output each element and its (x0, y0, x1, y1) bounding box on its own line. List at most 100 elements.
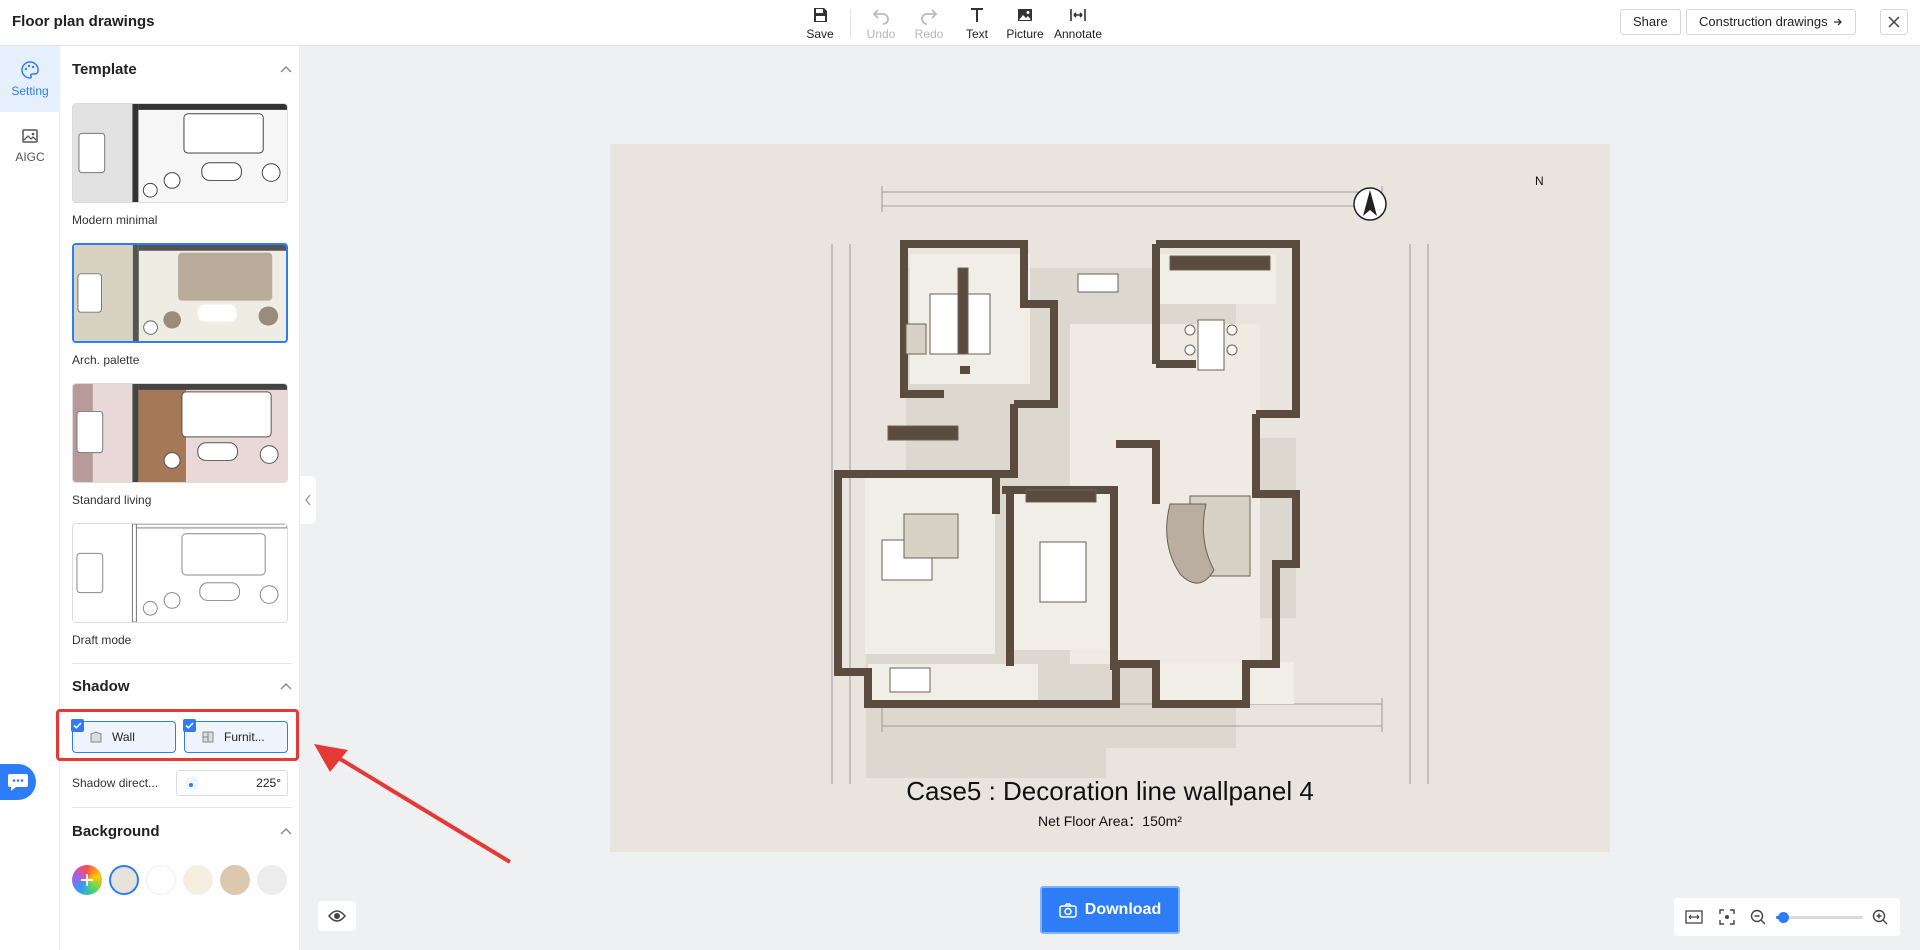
chat-button[interactable] (0, 764, 36, 800)
zoom-in-icon (1873, 909, 1888, 925)
template-label: Standard living (72, 493, 152, 507)
save-icon (814, 8, 827, 22)
case-title: Case5 : Decoration line wallpanel 4 (906, 776, 1314, 806)
undo-button[interactable]: Undo (857, 2, 905, 44)
text-icon (971, 8, 983, 22)
collapse-panel-button[interactable] (300, 476, 316, 524)
picture-label: Picture (1006, 27, 1044, 41)
template-arch-palette[interactable]: Arch. palette (72, 243, 288, 367)
rail-item-setting[interactable]: Setting (0, 46, 60, 112)
furniture-icon (202, 731, 214, 743)
preview-toggle-button[interactable] (318, 901, 356, 931)
picture-button[interactable]: Picture (1001, 2, 1049, 44)
background-swatch-selected[interactable] (109, 865, 139, 895)
eye-icon (328, 910, 346, 922)
construction-drawings-button[interactable]: Construction drawings (1686, 9, 1856, 35)
save-label: Save (806, 27, 834, 41)
app-title: Floor plan drawings (12, 13, 155, 30)
settings-panel: Template Modern minimal Arch. palette St… (60, 46, 300, 950)
zoom-slider-handle[interactable] (1778, 911, 1790, 923)
zoom-in-button[interactable] (1871, 906, 1890, 928)
background-swatch[interactable] (257, 865, 287, 895)
redo-icon (921, 9, 938, 25)
template-thumbnail (72, 383, 288, 483)
case-area: Net Floor Area：150m² (1038, 813, 1182, 829)
template-modern-minimal[interactable]: Modern minimal (72, 103, 288, 227)
wall-label: Wall (112, 730, 135, 744)
furniture-label: Furnit... (224, 730, 265, 744)
undo-label: Undo (866, 27, 896, 41)
arrow-right-icon (1833, 18, 1842, 26)
edit-toolbar: Save Undo Redo Text Picture Annotate (796, 2, 1107, 44)
close-button[interactable] (1880, 9, 1908, 35)
wall-icon (90, 731, 102, 743)
compass-north-label: N (1535, 174, 1544, 188)
close-icon (1888, 16, 1900, 28)
template-label: Modern minimal (72, 213, 158, 227)
redo-button[interactable]: Redo (905, 2, 953, 44)
share-button[interactable]: Share (1620, 9, 1681, 35)
background-title: Background (72, 822, 160, 840)
chevron-up-icon (280, 66, 292, 73)
annotate-icon (1070, 9, 1086, 21)
annotation-arrow (314, 744, 512, 864)
wall-shadow-toggle[interactable]: Wall (71, 719, 176, 753)
background-swatch[interactable] (220, 865, 250, 895)
section-divider (72, 807, 292, 808)
direction-dial-icon (185, 776, 199, 790)
template-thumbnail (72, 103, 288, 203)
fit-screen-button[interactable] (1717, 906, 1736, 928)
floor-plan-canvas[interactable] (610, 144, 1610, 852)
template-draft-mode[interactable]: Draft mode (72, 523, 288, 647)
template-section-header[interactable]: Template (72, 56, 292, 82)
fit-width-icon (1685, 910, 1703, 924)
chevron-up-icon (280, 683, 292, 690)
zoom-out-button[interactable] (1749, 906, 1768, 928)
construction-drawings-label: Construction drawings (1699, 14, 1828, 29)
furniture-shadow-toggle[interactable]: Furnit... (183, 719, 288, 753)
template-thumbnail (72, 243, 288, 343)
fit-screen-icon (1719, 909, 1735, 925)
rail-label-setting: Setting (11, 84, 49, 98)
template-thumbnail (72, 523, 288, 623)
checkbox-checked-icon (71, 719, 84, 732)
zoom-slider[interactable] (1776, 911, 1863, 923)
shadow-direction-label: Shadow direct... (72, 776, 159, 790)
shadow-direction-input[interactable]: 225° (176, 770, 288, 796)
template-label: Arch. palette (72, 353, 140, 367)
background-swatch[interactable] (146, 865, 176, 895)
rail-item-aigc[interactable]: AIGC (0, 112, 60, 178)
checkbox-checked-icon (183, 719, 196, 732)
text-button[interactable]: Text (953, 2, 1001, 44)
toolbar-divider (850, 9, 851, 37)
shadow-direction-value: 225° (256, 776, 281, 790)
picture-icon (1018, 9, 1032, 21)
camera-icon (1059, 903, 1077, 918)
custom-color-swatch[interactable] (72, 865, 102, 895)
zoom-controls (1674, 898, 1900, 936)
template-standard-living[interactable]: Standard living (72, 383, 288, 507)
annotate-button[interactable]: Annotate (1049, 2, 1107, 44)
background-swatch[interactable] (183, 865, 213, 895)
fit-width-button[interactable] (1684, 906, 1703, 928)
plus-icon (81, 874, 93, 886)
background-section-header[interactable]: Background (72, 818, 292, 844)
zoom-out-icon (1751, 909, 1766, 925)
annotate-label: Annotate (1053, 27, 1103, 41)
shadow-title: Shadow (72, 677, 130, 695)
floor-plan-drawing (831, 186, 1429, 784)
image-ai-icon (22, 129, 38, 143)
chevron-up-icon (280, 828, 292, 835)
template-title: Template (72, 60, 137, 78)
left-rail: Setting AIGC (0, 46, 60, 950)
undo-icon (872, 9, 889, 25)
download-button[interactable]: Download (1040, 886, 1180, 934)
top-bar: Floor plan drawings Save Undo Redo Text … (0, 0, 1920, 46)
download-label: Download (1084, 901, 1162, 918)
palette-icon (21, 61, 39, 79)
save-button[interactable]: Save (796, 2, 844, 44)
shadow-section-header[interactable]: Shadow (72, 673, 292, 699)
section-divider (72, 663, 292, 664)
text-label: Text (965, 27, 988, 41)
rail-label-aigc: AIGC (15, 150, 45, 164)
